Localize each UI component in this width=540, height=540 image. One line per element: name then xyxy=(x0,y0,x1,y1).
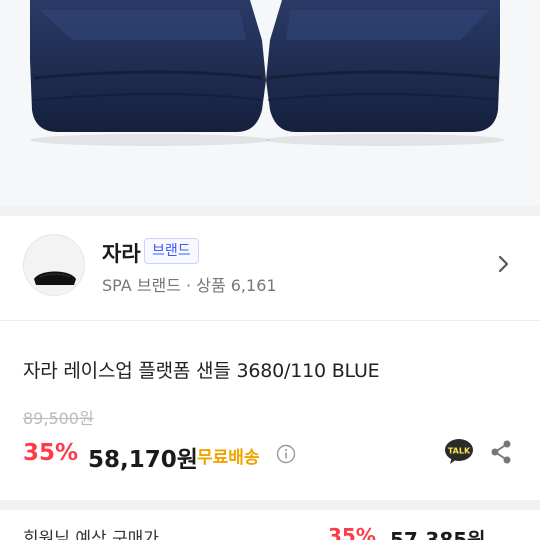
sandal-illustration xyxy=(30,0,505,146)
bag-icon xyxy=(34,271,76,285)
brand-name: 자라 xyxy=(102,242,141,266)
brand-row[interactable]: 자라 브랜드 SPA 브랜드 · 상품 6,161 xyxy=(0,216,540,312)
kakaotalk-icon[interactable]: TALK xyxy=(444,438,474,466)
member-price-label: 회원님 예상 구매가 xyxy=(23,529,159,540)
svg-text:TALK: TALK xyxy=(448,447,471,456)
section-divider xyxy=(0,500,540,510)
brand-subtitle: SPA 브랜드 · 상품 6,161 xyxy=(102,276,277,295)
brand-avatar xyxy=(23,234,85,296)
member-price: 57,385원 xyxy=(390,528,486,540)
info-icon[interactable] xyxy=(276,444,296,464)
member-price-row: 회원님 예상 구매가 35% 57,385원 xyxy=(0,524,540,540)
original-price: 89,500원 xyxy=(23,409,94,428)
product-image[interactable] xyxy=(0,0,540,206)
product-title: 자라 레이스업 플랫폼 샌들 3680/110 BLUE xyxy=(23,360,380,382)
member-discount: 35% xyxy=(328,524,376,540)
free-shipping-label: 무료배송 xyxy=(197,448,260,468)
divider xyxy=(0,320,540,321)
discount-rate: 35% xyxy=(23,440,79,466)
brand-badge: 브랜드 xyxy=(144,238,199,264)
chevron-right-icon[interactable] xyxy=(496,254,512,274)
section-divider xyxy=(0,206,540,216)
share-icon[interactable] xyxy=(489,439,513,465)
sale-price: 58,170원 xyxy=(88,447,198,473)
